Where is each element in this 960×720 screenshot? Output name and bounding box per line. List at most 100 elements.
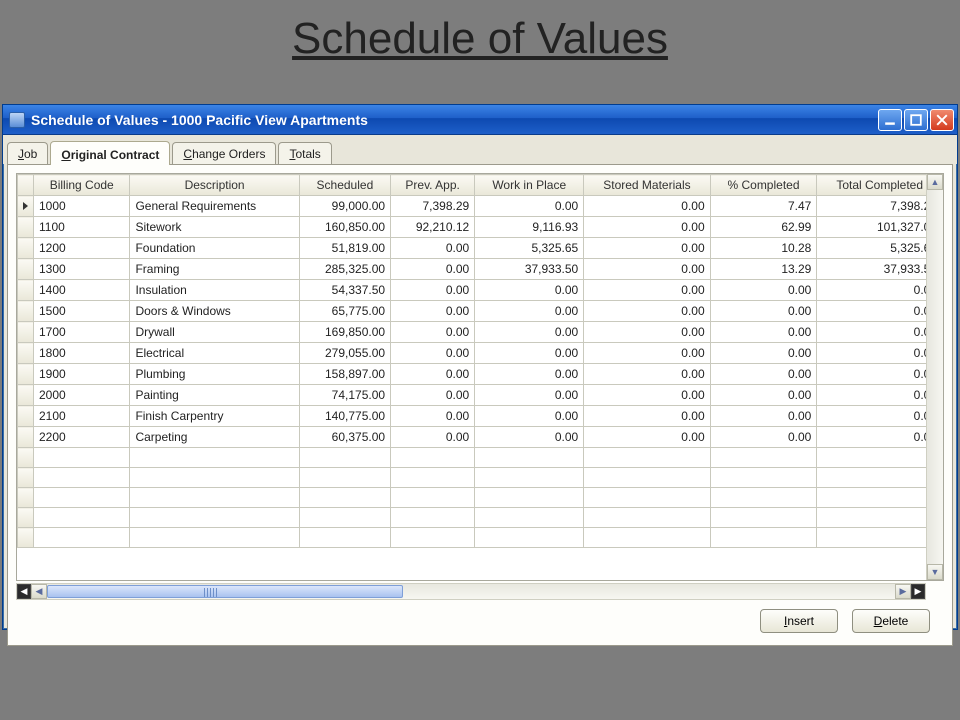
cell-work-in-place[interactable]: 5,325.65 (475, 238, 584, 259)
cell-work-in-place[interactable]: 0.00 (475, 364, 584, 385)
cell-prev-app[interactable]: 7,398.29 (391, 196, 475, 217)
row-selector[interactable] (18, 364, 34, 385)
cell-total-completed[interactable]: 37,933.50 (817, 259, 943, 280)
cell-work-in-place[interactable]: 0.00 (475, 406, 584, 427)
cell-billing-code[interactable]: 1000 (34, 196, 130, 217)
table-row-empty[interactable] (18, 488, 943, 508)
data-grid[interactable]: Billing Code Description Scheduled Prev.… (16, 173, 944, 581)
cell-description[interactable]: Sitework (130, 217, 299, 238)
cell-description[interactable]: Framing (130, 259, 299, 280)
col-total-completed[interactable]: Total Completed (817, 175, 943, 196)
cell-work-in-place[interactable]: 0.00 (475, 196, 584, 217)
cell-work-in-place[interactable]: 0.00 (475, 322, 584, 343)
table-row[interactable]: 1100Sitework160,850.0092,210.129,116.930… (18, 217, 943, 238)
table-row[interactable]: 1300Framing285,325.000.0037,933.500.0013… (18, 259, 943, 280)
row-selector[interactable] (18, 301, 34, 322)
cell-total-completed[interactable]: 7,398.29 (817, 196, 943, 217)
cell-stored-materials[interactable]: 0.00 (584, 238, 710, 259)
cell-pct-completed[interactable]: 62.99 (710, 217, 817, 238)
cell-pct-completed[interactable]: 0.00 (710, 280, 817, 301)
cell-description[interactable]: Finish Carpentry (130, 406, 299, 427)
cell-billing-code[interactable]: 1800 (34, 343, 130, 364)
cell-prev-app[interactable]: 0.00 (391, 364, 475, 385)
cell-billing-code[interactable]: 1900 (34, 364, 130, 385)
cell-billing-code[interactable]: 1200 (34, 238, 130, 259)
cell-pct-completed[interactable]: 0.00 (710, 385, 817, 406)
cell-prev-app[interactable]: 0.00 (391, 259, 475, 280)
cell-work-in-place[interactable]: 0.00 (475, 343, 584, 364)
row-selector[interactable] (18, 238, 34, 259)
col-pct-completed[interactable]: % Completed (710, 175, 817, 196)
cell-stored-materials[interactable]: 0.00 (584, 406, 710, 427)
col-stored-materials[interactable]: Stored Materials (584, 175, 710, 196)
cell-pct-completed[interactable]: 10.28 (710, 238, 817, 259)
cell-pct-completed[interactable]: 0.00 (710, 427, 817, 448)
cell-pct-completed[interactable]: 0.00 (710, 406, 817, 427)
cell-prev-app[interactable]: 0.00 (391, 385, 475, 406)
cell-prev-app[interactable]: 0.00 (391, 427, 475, 448)
cell-total-completed[interactable]: 0.00 (817, 280, 943, 301)
row-selector[interactable] (18, 427, 34, 448)
row-selector[interactable] (18, 508, 34, 528)
row-selector[interactable] (18, 468, 34, 488)
cell-work-in-place[interactable]: 0.00 (475, 301, 584, 322)
col-scheduled[interactable]: Scheduled (299, 175, 390, 196)
cell-total-completed[interactable]: 0.00 (817, 364, 943, 385)
cell-scheduled[interactable]: 74,175.00 (299, 385, 390, 406)
table-row[interactable]: 1900Plumbing158,897.000.000.000.000.000.… (18, 364, 943, 385)
tab-job[interactable]: Job (7, 142, 48, 164)
cell-stored-materials[interactable]: 0.00 (584, 322, 710, 343)
cell-work-in-place[interactable]: 37,933.50 (475, 259, 584, 280)
row-selector[interactable] (18, 322, 34, 343)
cell-total-completed[interactable]: 0.00 (817, 385, 943, 406)
close-button[interactable] (930, 109, 954, 131)
cell-description[interactable]: Carpeting (130, 427, 299, 448)
minimize-button[interactable] (878, 109, 902, 131)
scroll-up-icon[interactable]: ▲ (927, 174, 943, 190)
table-row[interactable]: 1000General Requirements99,000.007,398.2… (18, 196, 943, 217)
cell-stored-materials[interactable]: 0.00 (584, 259, 710, 280)
scroll-last-icon[interactable]: ▶ (911, 584, 925, 599)
tab-totals[interactable]: Totals (278, 142, 331, 164)
cell-scheduled[interactable]: 60,375.00 (299, 427, 390, 448)
cell-stored-materials[interactable]: 0.00 (584, 385, 710, 406)
cell-scheduled[interactable]: 169,850.00 (299, 322, 390, 343)
cell-scheduled[interactable]: 65,775.00 (299, 301, 390, 322)
cell-billing-code[interactable]: 1300 (34, 259, 130, 280)
cell-pct-completed[interactable]: 0.00 (710, 343, 817, 364)
cell-description[interactable]: General Requirements (130, 196, 299, 217)
cell-total-completed[interactable]: 101,327.05 (817, 217, 943, 238)
scroll-down-icon[interactable]: ▼ (927, 564, 943, 580)
cell-total-completed[interactable]: 0.00 (817, 427, 943, 448)
cell-work-in-place[interactable]: 9,116.93 (475, 217, 584, 238)
row-selector[interactable] (18, 406, 34, 427)
table-row[interactable]: 1200Foundation51,819.000.005,325.650.001… (18, 238, 943, 259)
cell-description[interactable]: Painting (130, 385, 299, 406)
cell-total-completed[interactable]: 5,325.65 (817, 238, 943, 259)
cell-scheduled[interactable]: 99,000.00 (299, 196, 390, 217)
cell-scheduled[interactable]: 160,850.00 (299, 217, 390, 238)
table-row[interactable]: 1800Electrical279,055.000.000.000.000.00… (18, 343, 943, 364)
col-billing-code[interactable]: Billing Code (34, 175, 130, 196)
cell-description[interactable]: Drywall (130, 322, 299, 343)
cell-description[interactable]: Electrical (130, 343, 299, 364)
horizontal-scrollbar[interactable]: ◀ ◀ ▶ ▶ (16, 583, 926, 600)
cell-pct-completed[interactable]: 0.00 (710, 364, 817, 385)
cell-scheduled[interactable]: 158,897.00 (299, 364, 390, 385)
row-selector[interactable] (18, 259, 34, 280)
row-selector[interactable] (18, 280, 34, 301)
delete-button[interactable]: Delete (852, 609, 930, 633)
cell-total-completed[interactable]: 0.00 (817, 322, 943, 343)
table-row-empty[interactable] (18, 528, 943, 548)
cell-stored-materials[interactable]: 0.00 (584, 343, 710, 364)
cell-total-completed[interactable]: 0.00 (817, 343, 943, 364)
tab-original-contract[interactable]: Original Contract (50, 141, 170, 165)
col-description[interactable]: Description (130, 175, 299, 196)
table-row[interactable]: 1700Drywall169,850.000.000.000.000.000.0… (18, 322, 943, 343)
table-row-empty[interactable] (18, 508, 943, 528)
cell-prev-app[interactable]: 0.00 (391, 238, 475, 259)
cell-total-completed[interactable]: 0.00 (817, 406, 943, 427)
row-selector[interactable] (18, 488, 34, 508)
cell-stored-materials[interactable]: 0.00 (584, 427, 710, 448)
table-row[interactable]: 2100Finish Carpentry140,775.000.000.000.… (18, 406, 943, 427)
